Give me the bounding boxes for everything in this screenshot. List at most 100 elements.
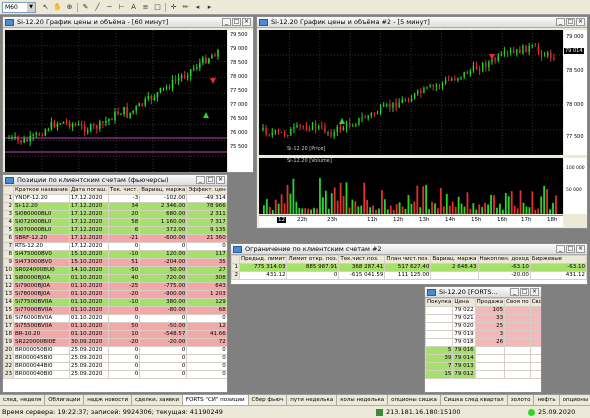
table-row[interactable]: 10 SR024000BU0 14.10.2020 -50 50.00 27 (3, 266, 227, 275)
workspace-tab[interactable]: опционы сишка (388, 395, 441, 405)
column-header[interactable]: Своя по (504, 298, 531, 307)
workspace-tab[interactable]: опционы ртс (560, 395, 590, 405)
workspace-tab[interactable]: Сишка след квартал (441, 395, 508, 405)
workspace-tab[interactable]: Сбер фьюч (249, 395, 288, 405)
column-header[interactable] (231, 255, 240, 264)
workspace-tab[interactable]: золото (508, 395, 535, 405)
table-row[interactable]: 5 Si070000BL0 17.12.2020 6 372.00 9 135 (3, 226, 227, 235)
column-header[interactable]: Лимит откр. поз. (286, 255, 340, 264)
maximize-button[interactable]: □ (566, 18, 575, 26)
table-row[interactable]: 17 Si75500BV0A 01.10.2020 50 -50.00 12 (3, 322, 227, 331)
price-chart-60min[interactable] (5, 30, 227, 172)
order-book-row[interactable]: 79 019 3 (425, 330, 541, 339)
close-button[interactable]: × (576, 245, 585, 253)
column-header[interactable]: Цена (452, 298, 476, 307)
chart2-titlebar[interactable]: Si-12.20 График цены и объёма #2 - [5 ми… (257, 17, 587, 28)
table-row[interactable]: 19 SR220000BI0E 30.09.2020 -20 -20.00 72 (3, 338, 227, 347)
table-row[interactable]: 1 775 314.03 885 987.91 368 287.41 517 627.4… (231, 263, 587, 272)
order-book-row[interactable]: 7 79 013 (425, 362, 541, 371)
close-button[interactable]: × (576, 18, 585, 26)
workspace-tab[interactable]: пути неделька (287, 395, 338, 405)
chart1-titlebar[interactable]: Si-12.20 График цены и объёма - [60 мину… (3, 17, 253, 28)
positions-titlebar[interactable]: Позиции по клиентским счетам (фьючерсы) … (3, 175, 227, 186)
column-header[interactable] (3, 186, 14, 195)
table-row[interactable]: 9 Si473000BV0 15.10.2020 51 -204.00 35 (3, 258, 227, 267)
interval-select[interactable]: M60 ▼ (2, 2, 36, 13)
table-row[interactable]: 3 Si080000BL0 17.12.2020 20 680.00 2 311 (3, 210, 227, 219)
column-header[interactable]: Вариац. маржа (139, 186, 188, 195)
forward-icon[interactable]: ▸ (204, 2, 215, 13)
table-row[interactable]: 22 BR000044BI0 25.09.2020 0 0 0 (3, 362, 227, 371)
column-header[interactable]: План чист.поз. (384, 255, 432, 264)
workspace-tab[interactable]: след. неделя (0, 395, 46, 405)
arrow-tool-icon[interactable]: ↖ (40, 2, 51, 13)
workspace-tab[interactable]: Облигации (45, 395, 85, 405)
close-button[interactable]: × (530, 288, 539, 296)
table-row[interactable]: 13 Si78000BJ0A 01.10.2020 -20 -900.00 1 203 (3, 290, 227, 299)
volume-chart-5min[interactable]: Si-12.20 [Volume] (259, 158, 563, 214)
order-book-row[interactable]: 15 79 012 (425, 370, 541, 379)
chevron-down-icon[interactable]: ▼ (27, 3, 35, 12)
maximize-button[interactable]: □ (566, 245, 575, 253)
column-header[interactable]: Дата погаш. (68, 186, 109, 195)
maximize-button[interactable]: □ (206, 176, 215, 184)
column-header[interactable]: Продажа (474, 298, 506, 307)
table-row[interactable]: 14 Si77500BV0A 01.10.2020 -10 380.00 129 (3, 298, 227, 307)
workspace-tab[interactable]: надж новости (84, 395, 133, 405)
workspace-tab[interactable]: нефть (534, 395, 560, 405)
order-book-row[interactable]: 39 79 014 (425, 354, 541, 363)
text-tool-icon[interactable]: A (128, 2, 139, 13)
zoom-tool-icon[interactable]: ⊕ (64, 2, 75, 13)
table-row[interactable]: 20 BR000050BI0 25.09.2020 0 0 0 (3, 346, 227, 355)
column-header[interactable]: Свое (529, 298, 541, 307)
column-header[interactable]: Вариац. маржа (430, 255, 479, 264)
table-row[interactable]: 21 BR000045BI0 25.09.2020 0 0 0 (3, 354, 227, 363)
workspace-tab[interactable]: колы неделька (337, 395, 389, 405)
table-row[interactable]: 8 Si475000BV0 15.10.2020 -10 120.00 117 (3, 250, 227, 259)
table-row[interactable]: 1 YNDF-12.20 17.12.2020 -3 -102.00 -49 314 (3, 194, 227, 203)
table-row[interactable]: 11 Si80000BJ0A 01.10.2020 40 720.00 308 (3, 274, 227, 283)
order-book-row[interactable]: 79 020 25 (425, 322, 541, 331)
column-header[interactable]: Тек. чист. (107, 186, 141, 195)
table-row[interactable]: 4 Si072000BL0 17.12.2020 58 1 160.00 7 317 (3, 218, 227, 227)
pencil-tool-icon[interactable]: ✏ (180, 2, 191, 13)
order-book-row[interactable]: 79 022 105 (425, 306, 541, 315)
column-header[interactable]: Тек.чист.поз. (338, 255, 386, 264)
order-book-row[interactable]: 5 79 016 (425, 346, 541, 355)
price-chart-5min[interactable]: Si-12.20 [Price] (259, 30, 563, 155)
maximize-button[interactable]: □ (520, 288, 529, 296)
column-header[interactable]: Краткое название (13, 186, 70, 195)
maximize-button[interactable]: □ (232, 18, 241, 26)
limits-titlebar[interactable]: Ограничение по клиентским счетам #2 _ □ × (231, 244, 587, 255)
trendline-tool-icon[interactable]: ╱ (92, 2, 103, 13)
order-book-row[interactable]: 79 018 26 (425, 338, 541, 347)
table-row[interactable]: 6 SBRF-12.20 17.12.2020 -21 -600.00 21 360 (3, 234, 227, 243)
table-row[interactable]: 2 Si-12.20 17.12.2020 34 2 346.00 78 966 (3, 202, 227, 211)
column-header[interactable]: Предыд. лимит (238, 255, 288, 264)
table-row[interactable]: 2 431.12 0 -615 041.59 111 125.00 -20.00 431.1… (231, 271, 587, 280)
crosshair-tool-icon[interactable]: ✛ (168, 2, 179, 13)
minimize-button[interactable]: _ (222, 18, 231, 26)
minimize-button[interactable]: _ (196, 176, 205, 184)
table-row[interactable]: 15 Si77000BV0A 01.10.2020 0 -80.00 68 (3, 306, 227, 315)
hand-tool-icon[interactable]: ✋ (52, 2, 63, 13)
column-header[interactable]: Биржевые (529, 255, 587, 264)
workspace-tab[interactable]: сделки, заявки (132, 395, 183, 405)
table-row[interactable]: 23 BR000040BI0 25.09.2020 0 0 0 (3, 370, 227, 379)
table-row[interactable]: 7 RTS-12.20 17.12.2020 0 0 0 (3, 242, 227, 251)
fibonacci-tool-icon[interactable]: ≡ (140, 2, 151, 13)
column-header[interactable]: Накоплен. доход (477, 255, 531, 264)
close-button[interactable]: × (242, 18, 251, 26)
column-header[interactable]: Эффект. цен (186, 186, 227, 195)
column-header[interactable]: Покупка (425, 298, 454, 307)
minimize-button[interactable]: _ (556, 18, 565, 26)
close-button[interactable]: × (216, 176, 225, 184)
back-icon[interactable]: ◂ (192, 2, 203, 13)
table-row[interactable]: 18 BR-10.20 01.10.2020 10 -548.57 41.66 (3, 330, 227, 339)
order-book-titlebar[interactable]: Si-12.20 [FORTS... _ □ × (425, 287, 541, 298)
rectangle-tool-icon[interactable]: □ (152, 2, 163, 13)
minimize-button[interactable]: _ (556, 245, 565, 253)
minimize-button[interactable]: _ (510, 288, 519, 296)
table-row[interactable]: 16 Si76000BV0A 01.10.2020 0 0 0 (3, 314, 227, 323)
hline-tool-icon[interactable]: ─ (104, 2, 115, 13)
